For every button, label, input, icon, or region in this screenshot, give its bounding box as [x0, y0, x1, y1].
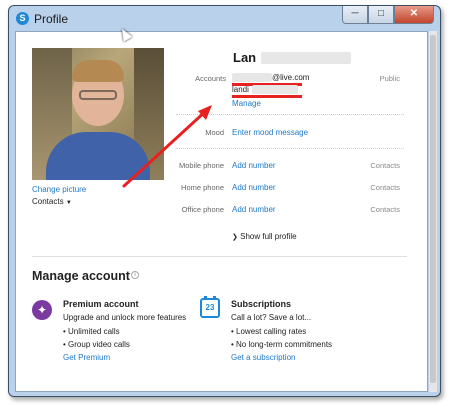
minimize-button[interactable]: ─: [342, 6, 368, 24]
profile-window: S Profile ─ □ ✕ Change picture Contacts …: [8, 5, 441, 397]
profile-name: Lan: [233, 50, 257, 65]
skype-logo-icon: S: [16, 12, 29, 25]
redacted-name: [261, 52, 351, 64]
account-1: @live.com: [272, 73, 310, 82]
subscriptions-bullet: Lowest calling rates: [231, 327, 306, 336]
chevron-right-icon: ❯: [232, 234, 238, 241]
manage-accounts-link[interactable]: Manage: [232, 99, 261, 108]
get-subscription-link[interactable]: Get a subscription: [231, 353, 295, 362]
home-phone-label: Home phone: [181, 183, 224, 192]
show-full-profile-label: Show full profile: [240, 232, 297, 241]
add-home-number-link[interactable]: Add number: [232, 183, 276, 192]
mood-label: Mood: [205, 128, 224, 137]
add-office-number-link[interactable]: Add number: [232, 205, 276, 214]
redacted-account-1: [232, 73, 272, 82]
show-full-profile-toggle[interactable]: ❯ Show full profile: [232, 232, 297, 241]
divider: [176, 114, 404, 115]
home-visibility: Contacts: [370, 183, 400, 192]
calendar-icon: 23: [200, 296, 220, 318]
get-premium-link[interactable]: Get Premium: [63, 353, 110, 362]
mood-message-input[interactable]: Enter mood message: [232, 128, 308, 137]
profile-content: Change picture Contacts ▼ Lan Accounts @…: [15, 31, 428, 392]
office-visibility: Contacts: [370, 205, 400, 214]
public-visibility: Public: [379, 74, 400, 83]
premium-title: Premium account: [63, 299, 139, 309]
section-separator: [32, 256, 407, 257]
premium-star-icon: ✦: [32, 300, 52, 320]
scrollbar-thumb[interactable]: [430, 35, 436, 383]
subscriptions-bullet: No long-term commitments: [231, 340, 332, 349]
accounts-label: Accounts: [195, 74, 226, 83]
vertical-scrollbar[interactable]: [429, 31, 437, 392]
manage-account-heading: Manage account: [32, 269, 130, 283]
info-icon[interactable]: i: [131, 271, 139, 279]
maximize-button[interactable]: □: [368, 6, 394, 24]
contacts-dropdown[interactable]: Contacts ▼: [32, 197, 72, 206]
chevron-down-icon: ▼: [65, 200, 72, 206]
subscriptions-description: Call a lot? Save a lot...: [231, 313, 312, 322]
contacts-dropdown-label: Contacts: [32, 197, 64, 206]
mobile-visibility: Contacts: [370, 161, 400, 170]
close-button[interactable]: ✕: [394, 6, 434, 24]
premium-bullet: Unlimited calls: [63, 327, 120, 336]
profile-photo: [32, 48, 164, 180]
window-controls: ─ □ ✕: [342, 6, 434, 24]
add-mobile-number-link[interactable]: Add number: [232, 161, 276, 170]
change-picture-link[interactable]: Change picture: [32, 185, 86, 194]
divider: [176, 148, 404, 149]
highlight-underline-2: [232, 95, 302, 98]
office-phone-label: Office phone: [181, 205, 224, 214]
redacted-account-2: [252, 85, 298, 94]
window-title: Profile: [34, 12, 69, 26]
account-2: landi: [232, 85, 249, 94]
mobile-phone-label: Mobile phone: [178, 161, 224, 170]
subscriptions-title: Subscriptions: [231, 299, 292, 309]
title-bar[interactable]: S Profile ─ □ ✕: [9, 6, 440, 30]
premium-description: Upgrade and unlock more features: [63, 313, 187, 322]
premium-bullet: Group video calls: [63, 340, 130, 349]
